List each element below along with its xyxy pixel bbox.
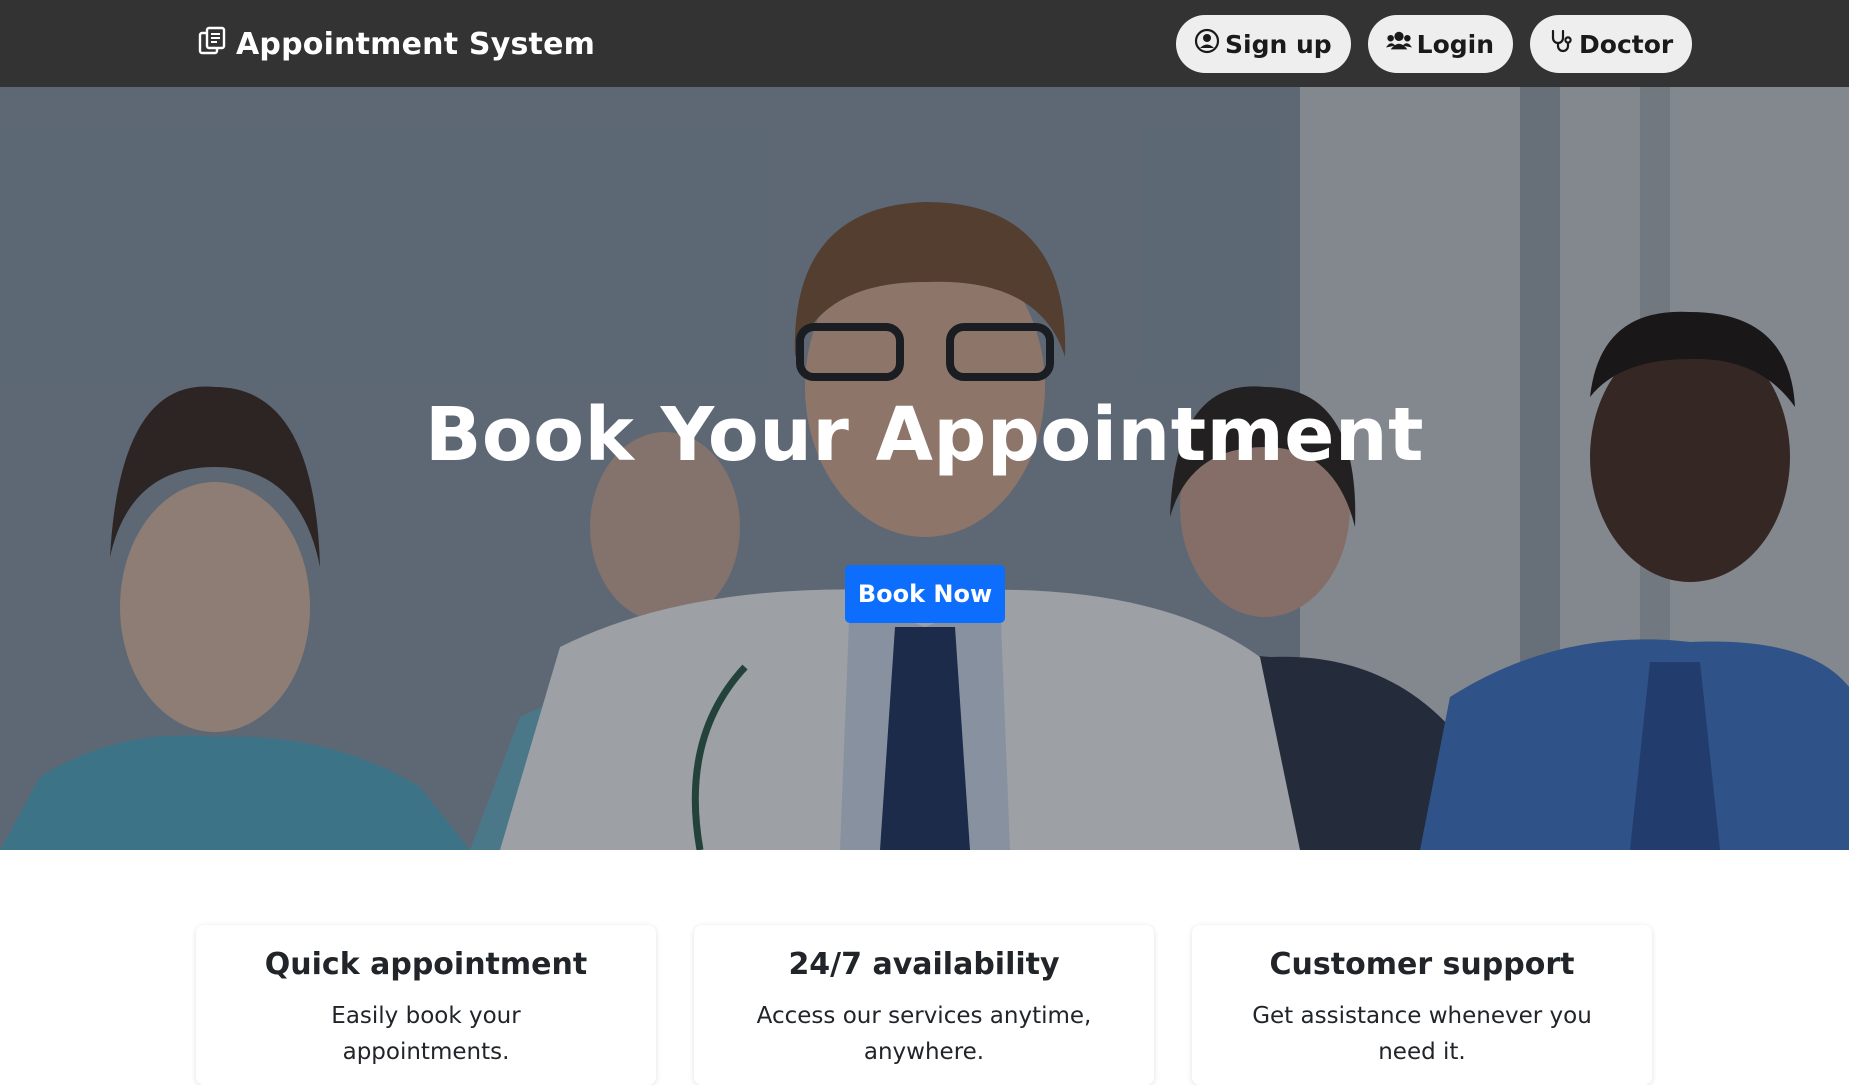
feature-text: Get assistance whenever you need it. bbox=[1252, 1003, 1592, 1065]
doctor-button[interactable]: Doctor bbox=[1530, 15, 1693, 73]
feature-card-quick-appointment: Quick appointment Easily book your appoi… bbox=[196, 925, 656, 1085]
feature-title: Quick appointment bbox=[264, 947, 588, 982]
login-button[interactable]: Login bbox=[1367, 15, 1514, 73]
users-icon bbox=[1385, 28, 1412, 60]
user-circle-icon bbox=[1194, 28, 1220, 60]
feature-card-availability: 24/7 availability Access our services an… bbox=[694, 925, 1154, 1085]
feature-text: Easily book your appointments. bbox=[331, 1003, 521, 1065]
nav-actions: Sign up Login Doctor bbox=[1176, 15, 1693, 73]
copy-icon bbox=[196, 24, 228, 64]
feature-title: 24/7 availability bbox=[788, 947, 1060, 982]
stethoscope-icon bbox=[1548, 28, 1574, 60]
signup-button[interactable]: Sign up bbox=[1176, 15, 1351, 73]
hero-title: Book Your Appointment bbox=[425, 392, 1424, 478]
feature-card-customer-support: Customer support Get assistance whenever… bbox=[1192, 925, 1652, 1085]
signup-label: Sign up bbox=[1225, 29, 1332, 59]
features-section: Quick appointment Easily book your appoi… bbox=[196, 925, 1652, 1085]
hero-section: Book Your Appointment Book Now bbox=[0, 87, 1849, 850]
brand-name: Appointment System bbox=[236, 26, 596, 62]
feature-text: Access our services anytime, anywhere. bbox=[756, 1003, 1092, 1065]
brand-link[interactable]: Appointment System bbox=[196, 26, 595, 62]
doctor-label: Doctor bbox=[1579, 29, 1674, 59]
feature-title: Customer support bbox=[1269, 947, 1575, 982]
book-now-button[interactable]: Book Now bbox=[845, 565, 1005, 623]
login-label: Login bbox=[1416, 29, 1495, 59]
top-navbar: Appointment System Sign up Login Doctor bbox=[0, 0, 1849, 87]
